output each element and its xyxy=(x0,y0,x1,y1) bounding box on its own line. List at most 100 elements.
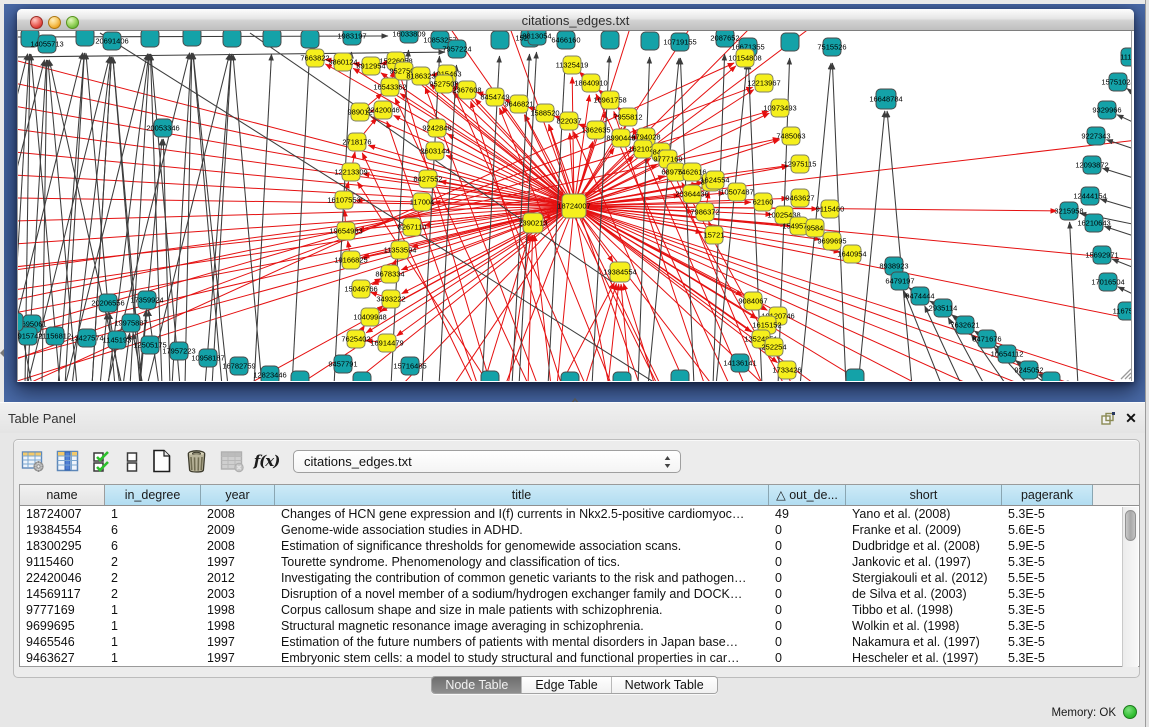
table-row[interactable]: 1456911722003Disruption of a novel membe… xyxy=(20,586,1139,602)
graph-node[interactable] xyxy=(76,31,94,46)
cell-in_degree: 6 xyxy=(105,522,201,538)
graph-node[interactable] xyxy=(671,370,689,381)
scrollbar-thumb[interactable] xyxy=(1125,510,1136,541)
graph-node-label: 1167533 xyxy=(1113,307,1132,316)
graph-node-label: 9474444 xyxy=(905,292,934,301)
cell-short: Wolkin et al. (1998) xyxy=(846,618,1002,634)
cell-name: 14569117 xyxy=(20,586,105,602)
graph-edge xyxy=(1101,199,1133,210)
graph-node-label: 12975115 xyxy=(784,160,817,169)
memory-status-indicator[interactable] xyxy=(1123,705,1137,719)
graph-node[interactable] xyxy=(301,31,319,48)
cell-title: Investigating the contribution of common… xyxy=(275,570,769,586)
delete-icon[interactable] xyxy=(184,449,209,474)
graph-node-label: 9463627 xyxy=(785,194,814,203)
graph-edge xyxy=(1103,168,1133,179)
column-header-title[interactable]: title xyxy=(275,485,769,505)
table-row[interactable]: 2242004622012Investigating the contribut… xyxy=(20,570,1139,586)
tab-network-table[interactable]: Network Table xyxy=(611,677,717,693)
table-vertical-scrollbar[interactable] xyxy=(1122,507,1138,667)
cell-pagerank: 5.6E-5 xyxy=(1002,522,1093,538)
graph-node[interactable] xyxy=(18,313,23,331)
graph-node[interactable] xyxy=(613,372,631,381)
cell-in_degree: 2 xyxy=(105,554,201,570)
graph-node-label: 16782759 xyxy=(222,362,255,371)
network-window-titlebar[interactable]: citations_edges.txt xyxy=(17,9,1134,31)
column-header-in_degree[interactable]: in_degree xyxy=(105,485,201,505)
float-window-icon[interactable] xyxy=(1101,412,1115,426)
table-row[interactable]: 1830029562008Estimation of significance … xyxy=(20,538,1139,554)
column-header-short[interactable]: short xyxy=(846,485,1002,505)
graph-node-label: 19654983 xyxy=(329,227,362,236)
cell-in_degree: 1 xyxy=(105,602,201,618)
window-resize-grip[interactable] xyxy=(1119,367,1132,380)
graph-node[interactable] xyxy=(491,31,509,49)
cell-short: de Silva et al. (2003) xyxy=(846,586,1002,602)
graph-node-label: 15751024 xyxy=(1101,78,1132,87)
graph-node-label: 12444154 xyxy=(1073,192,1106,201)
graph-node-label: 16210643 xyxy=(1077,219,1110,228)
graph-node[interactable] xyxy=(561,372,579,381)
graph-node[interactable] xyxy=(223,31,241,47)
right-edge-divider[interactable] xyxy=(1145,0,1149,727)
graph-node-label: 16648784 xyxy=(869,95,902,104)
graph-node-label: 62160 xyxy=(753,198,774,207)
network-canvas[interactable]: 1405571320691406198319716033809108532577… xyxy=(17,31,1132,381)
column-header-name[interactable]: name xyxy=(20,485,105,505)
function-builder-icon[interactable]: f(x) xyxy=(254,449,279,474)
toggle-row-height-icon[interactable] xyxy=(125,449,139,474)
cell-title: Corpus callosum shape and size in male p… xyxy=(275,602,769,618)
left-panel-collapse-arrow-icon[interactable] xyxy=(0,349,4,357)
graph-node-label: 9777169 xyxy=(653,155,682,164)
table-row[interactable]: 1938455462009Genome‑wide association stu… xyxy=(20,522,1139,538)
table-row[interactable]: 946362711997Embryonic stem cells: a mode… xyxy=(20,650,1139,666)
graph-node[interactable] xyxy=(641,32,659,50)
graph-node[interactable] xyxy=(263,31,281,47)
column-header-out_de[interactable]: △ out_de... xyxy=(769,485,846,505)
table-select-dropdown[interactable]: citations_edges.txt xyxy=(293,450,681,473)
table-panel-body: f(x) citations_edges.txt namein_degreeye… xyxy=(13,439,1140,678)
close-panel-icon[interactable]: ✕ xyxy=(1124,412,1138,426)
table-row[interactable]: 969969511998Structural magnetic resonanc… xyxy=(20,618,1139,634)
graph-node[interactable] xyxy=(846,369,864,381)
table-settings-icon[interactable] xyxy=(20,449,45,474)
cell-in_degree: 1 xyxy=(105,634,201,650)
graph-node-label: 7632621 xyxy=(950,321,979,330)
tab-node-table[interactable]: Node Table xyxy=(432,677,521,693)
network-view-window[interactable]: citations_edges.txt 14055713206914061983… xyxy=(17,9,1134,382)
graph-node[interactable] xyxy=(291,371,309,381)
table-row[interactable]: 911546021997Tourette syndrome. Phenomeno… xyxy=(20,554,1139,570)
graph-node[interactable] xyxy=(601,31,619,49)
graph-node-label: 13427574 xyxy=(70,334,103,343)
cell-title: Estimation of significance thresholds fo… xyxy=(275,538,769,554)
column-header-pagerank[interactable]: pagerank xyxy=(1002,485,1093,505)
graph-node-label: 20053346 xyxy=(146,124,179,133)
new-file-icon[interactable] xyxy=(149,449,174,474)
graph-node-label: 10654112 xyxy=(991,350,1024,359)
graph-node-label: 8938923 xyxy=(879,262,908,271)
cell-name: 18300295 xyxy=(20,538,105,554)
graph-node-label: 9329966 xyxy=(1092,106,1121,115)
select-rows-icon[interactable] xyxy=(90,449,115,474)
tab-edge-table[interactable]: Edge Table xyxy=(521,677,610,693)
select-columns-icon[interactable] xyxy=(55,449,80,474)
graph-node-label: 16914479 xyxy=(370,339,403,348)
graph-node[interactable] xyxy=(141,31,159,47)
graph-node-label: 1640954 xyxy=(837,250,866,259)
graph-node[interactable] xyxy=(781,33,799,51)
table-row[interactable]: 977716911998Corpus callosum shape and si… xyxy=(20,602,1139,618)
table-row[interactable]: 1872400712008Changes of HCN gene express… xyxy=(20,506,1139,522)
graph-node[interactable] xyxy=(353,372,371,381)
graph-node[interactable] xyxy=(183,31,201,46)
graph-node-label: 8427552 xyxy=(413,175,442,184)
table-row[interactable]: 946554611997Estimation of the future num… xyxy=(20,634,1139,650)
column-header-year[interactable]: year xyxy=(201,485,275,505)
citation-network-graph[interactable]: 1405571320691406198319716033809108532577… xyxy=(18,31,1132,381)
dropdown-arrows-icon xyxy=(663,454,672,470)
graph-node-label: 2367608 xyxy=(452,86,481,95)
graph-node[interactable] xyxy=(1042,372,1060,381)
cell-out_de: 0 xyxy=(769,634,846,650)
graph-node-label: 9084067 xyxy=(738,297,767,306)
graph-node[interactable] xyxy=(481,371,499,381)
graph-node-label: 9227343 xyxy=(1081,132,1110,141)
